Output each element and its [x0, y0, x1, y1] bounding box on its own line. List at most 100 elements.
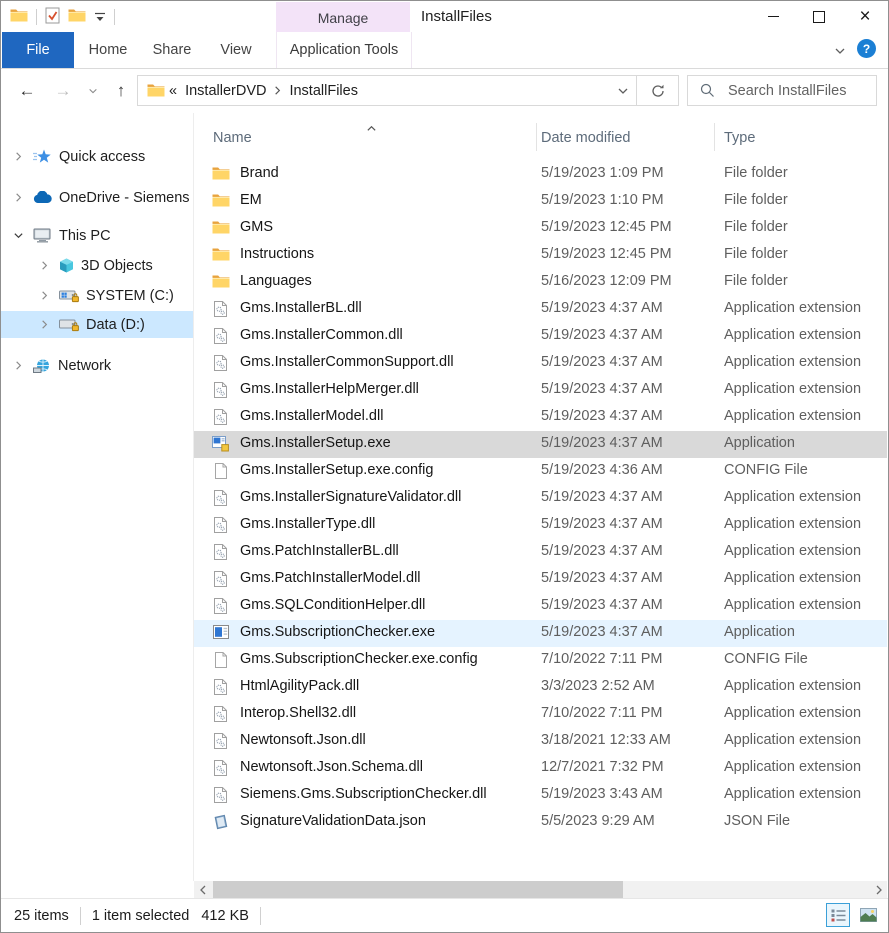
search-box[interactable] [687, 75, 877, 106]
sidebar-item-3d-objects[interactable]: 3D Objects [1, 252, 193, 279]
file-date-modified: 5/19/2023 3:43 AM [541, 786, 663, 802]
sidebar-item-label: This PC [59, 228, 111, 244]
forward-button[interactable]: → [49, 76, 77, 106]
file-type: Application [724, 624, 795, 640]
tab-share[interactable]: Share [141, 32, 203, 68]
properties-check-icon[interactable] [45, 7, 60, 27]
chevron-right-icon[interactable] [39, 260, 51, 271]
file-type: Application extension [724, 327, 861, 343]
column-header-date-modified[interactable]: Date modified [541, 130, 630, 146]
file-type: Application extension [724, 408, 861, 424]
file-row[interactable]: EM5/19/2023 1:10 PMFile folder [194, 188, 887, 215]
file-row[interactable]: Gms.InstallerCommon.dll5/19/2023 4:37 AM… [194, 323, 887, 350]
file-row[interactable]: Gms.PatchInstallerModel.dll5/19/2023 4:3… [194, 566, 887, 593]
sidebar-item-system-c[interactable]: SYSTEM (C:) [1, 282, 193, 309]
sidebar-item-onedrive-siemens[interactable]: OneDrive - Siemens [1, 184, 193, 211]
new-folder-icon[interactable] [68, 8, 86, 26]
column-divider[interactable] [536, 123, 537, 151]
close-button[interactable]: × [842, 1, 888, 32]
file-row[interactable]: Gms.InstallerSetup.exe5/19/2023 4:37 AMA… [194, 431, 887, 458]
sidebar-item-data-d[interactable]: Data (D:) [1, 311, 193, 338]
file-row[interactable]: Gms.InstallerType.dll5/19/2023 4:37 AMAp… [194, 512, 887, 539]
file-row[interactable]: GMS5/19/2023 12:45 PMFile folder [194, 215, 887, 242]
chevron-right-icon[interactable] [13, 192, 25, 203]
address-folder-icon [147, 83, 165, 98]
breadcrumb-installerdvd[interactable]: InstallerDVD [185, 83, 266, 99]
file-row[interactable]: Brand5/19/2023 1:09 PMFile folder [194, 161, 887, 188]
breadcrumb-overflow[interactable]: « [169, 83, 177, 99]
chevron-right-icon[interactable] [13, 360, 25, 371]
dll-icon [211, 301, 230, 317]
address-dropdown-chevron-icon[interactable] [609, 76, 636, 105]
file-date-modified: 5/19/2023 4:37 AM [541, 381, 663, 397]
file-row[interactable]: Gms.SubscriptionChecker.exe5/19/2023 4:3… [194, 620, 887, 647]
sidebar-item-this-pc[interactable]: This PC [1, 222, 193, 249]
search-icon [700, 83, 715, 98]
sidebar-item-quick-access[interactable]: Quick access [1, 143, 193, 170]
horizontal-scrollbar[interactable] [194, 881, 887, 898]
file-row[interactable]: Interop.Shell32.dll7/10/2022 7:11 PMAppl… [194, 701, 887, 728]
scrollbar-thumb[interactable] [213, 881, 623, 898]
details-view-button[interactable] [826, 903, 850, 927]
file-row[interactable]: Languages5/16/2023 12:09 PMFile folder [194, 269, 887, 296]
tab-application-tools[interactable]: Application Tools [276, 32, 412, 68]
file-row[interactable]: HtmlAgilityPack.dll3/3/2023 2:52 AMAppli… [194, 674, 887, 701]
file-date-modified: 5/19/2023 4:37 AM [541, 435, 663, 451]
file-row[interactable]: Gms.PatchInstallerBL.dll5/19/2023 4:37 A… [194, 539, 887, 566]
breadcrumb-installfiles[interactable]: InstallFiles [289, 83, 358, 99]
file-name: Gms.InstallerSetup.exe.config [240, 462, 433, 478]
tab-view[interactable]: View [207, 32, 265, 68]
file-row[interactable]: Siemens.Gms.SubscriptionChecker.dll5/19/… [194, 782, 887, 809]
dll-icon [211, 517, 230, 533]
file-row[interactable]: Newtonsoft.Json.dll3/18/2021 12:33 AMApp… [194, 728, 887, 755]
thumbnail-view-button[interactable] [856, 903, 880, 927]
file-name: Gms.SQLConditionHelper.dll [240, 597, 425, 613]
refresh-button[interactable] [637, 76, 678, 105]
recent-locations-chevron-icon[interactable] [83, 76, 103, 106]
address-bar[interactable]: « InstallerDVD InstallFiles [137, 75, 679, 106]
dll-icon [211, 328, 230, 344]
minimize-ribbon-chevron-icon[interactable] [834, 44, 846, 60]
column-header-type[interactable]: Type [724, 130, 755, 146]
minimize-icon [768, 16, 779, 17]
file-row[interactable]: Gms.InstallerCommonSupport.dll5/19/2023 … [194, 350, 887, 377]
sidebar-item-network[interactable]: Network [1, 352, 193, 379]
contextual-tab-header[interactable]: Manage [276, 2, 410, 34]
star-icon [33, 149, 52, 165]
file-row[interactable]: Newtonsoft.Json.Schema.dll12/7/2021 7:32… [194, 755, 887, 782]
back-button[interactable]: ← [13, 76, 41, 106]
file-row[interactable]: Gms.SubscriptionChecker.exe.config7/10/2… [194, 647, 887, 674]
file-row[interactable]: Gms.SQLConditionHelper.dll5/19/2023 4:37… [194, 593, 887, 620]
file-type: Application extension [724, 705, 861, 721]
tab-file[interactable]: File [2, 32, 74, 68]
file-row[interactable]: Gms.InstallerSignatureValidator.dll5/19/… [194, 485, 887, 512]
file-row[interactable]: SignatureValidationData.json5/5/2023 9:2… [194, 809, 887, 836]
search-input[interactable] [726, 82, 876, 100]
file-row[interactable]: Gms.InstallerSetup.exe.config5/19/2023 4… [194, 458, 887, 485]
help-button[interactable]: ? [857, 39, 876, 58]
drive-win-icon [59, 288, 79, 303]
file-row[interactable]: Instructions5/19/2023 12:45 PMFile folde… [194, 242, 887, 269]
chevron-right-icon[interactable] [39, 319, 51, 330]
chevron-right-icon[interactable] [39, 290, 51, 301]
file-row[interactable]: Gms.InstallerModel.dll5/19/2023 4:37 AMA… [194, 404, 887, 431]
tab-home[interactable]: Home [77, 32, 139, 68]
minimize-button[interactable] [750, 1, 796, 32]
maximize-button[interactable] [796, 1, 842, 32]
chevron-down-icon[interactable] [13, 230, 25, 241]
scroll-right-chevron-icon[interactable] [870, 881, 887, 898]
column-divider[interactable] [714, 123, 715, 151]
scroll-left-chevron-icon[interactable] [194, 881, 211, 898]
file-row[interactable]: Gms.InstallerHelpMerger.dll5/19/2023 4:3… [194, 377, 887, 404]
column-header-name[interactable]: Name [213, 130, 252, 146]
up-button[interactable]: ↑ [107, 76, 135, 106]
file-type: Application extension [724, 300, 861, 316]
file-name: Gms.SubscriptionChecker.exe [240, 624, 435, 640]
folder-icon [211, 274, 230, 289]
file-row[interactable]: Gms.InstallerBL.dll5/19/2023 4:37 AMAppl… [194, 296, 887, 323]
sidebar-item-label: OneDrive - Siemens [59, 190, 190, 206]
breadcrumb-chevron-icon[interactable] [272, 85, 283, 96]
dll-icon [211, 355, 230, 371]
chevron-right-icon[interactable] [13, 151, 25, 162]
customize-toolbar-chevron-icon[interactable] [94, 9, 106, 25]
